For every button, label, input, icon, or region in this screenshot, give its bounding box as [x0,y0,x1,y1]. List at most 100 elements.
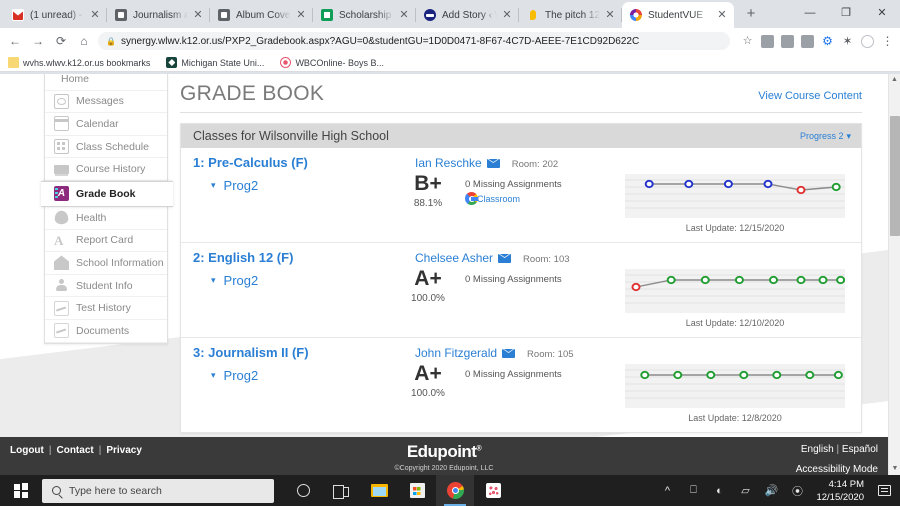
extensions-puzzle-icon[interactable]: ✶ [841,34,854,48]
sidebar-item-student-info[interactable]: Student Info [45,274,167,298]
cortana-button[interactable] [284,475,322,506]
pink-app-button[interactable] [474,475,512,506]
extension-screenshot-icon[interactable] [801,34,814,48]
class-name-link[interactable]: 3: Journalism II (F) [193,345,415,360]
sidebar-item-course-history[interactable]: Course History [45,158,167,181]
sidebar-item-messages[interactable]: Messages [45,90,167,114]
extension-lastpass-icon[interactable] [761,34,774,48]
sidebar-item-documents[interactable]: Documents [45,319,167,343]
back-button[interactable]: ← [6,34,24,48]
grade-trend-chart[interactable] [625,269,845,313]
microsoft-store-button[interactable] [398,475,436,506]
forward-button[interactable]: → [29,34,47,48]
volume-icon[interactable]: 🔊 [758,475,784,506]
microsoft-store-icon [409,483,425,498]
battery-icon[interactable]: ▱ [732,475,758,506]
taskbar-search-input[interactable]: Type here to search [42,478,274,503]
sidebar-item-class-schedule[interactable]: Class Schedule [45,135,167,159]
browser-tab-4[interactable]: Add Story ‹ Wils ✕ [415,2,519,28]
class-row: 2: English 12 (F) Chelsee Asher Room: 10… [181,243,861,338]
start-button[interactable] [0,475,42,506]
grading-period-toggle[interactable]: ▾ Prog2 [181,362,391,383]
bluetooth-icon[interactable]: ⦿ [784,475,810,506]
grade-trend-chart[interactable] [625,364,845,408]
sidebar-item-report-card[interactable]: A Report Card [45,229,167,253]
sidebar-item-calendar[interactable]: Calendar [45,113,167,136]
grade-trend-chart[interactable] [625,174,845,218]
sidebar-item-school-information[interactable]: School Information [45,252,167,275]
language-english-link[interactable]: English [801,444,834,455]
browser-tab-0[interactable]: (1 unread) - bry ✕ [4,2,107,28]
accessibility-mode-link[interactable]: Accessibility Mode [796,464,878,475]
sidebar-item-grade-book[interactable]: A Grade Book [41,180,173,207]
wifi-icon[interactable]: ◐ [706,475,732,506]
onedrive-icon[interactable]: ⎕ [680,475,706,506]
sidebar-nav: Home Messages Calendar Class Schedule Co… [41,74,173,344]
tab-close-icon[interactable]: ✕ [88,8,102,22]
extension-grammarly-icon[interactable] [781,34,794,48]
show-hidden-icons-icon[interactable]: ^ [654,475,680,506]
report-card-icon: A [54,232,64,248]
browser-tab-3[interactable]: Scholarship Pro ✕ [312,2,416,28]
bookmark-item-2[interactable]: WBCOnline- Boys B... [280,57,384,68]
tab-title: Album Cover: S [236,9,291,21]
class-name-link[interactable]: 2: English 12 (F) [193,250,415,265]
email-icon[interactable] [486,158,500,168]
tab-close-icon[interactable]: ✕ [294,8,308,22]
browser-tab-1[interactable]: Journalism and ✕ [106,2,210,28]
tab-close-icon[interactable]: ✕ [603,8,617,22]
notification-center-button[interactable] [872,475,896,506]
chrome-menu-icon[interactable]: ⋮ [881,34,894,48]
view-course-content-link[interactable]: View Course Content [758,90,862,106]
new-tab-button[interactable]: + [740,4,762,26]
google-docs-favicon-icon [115,9,127,21]
home-button[interactable]: ⌂ [75,34,93,48]
close-window-button[interactable]: ✕ [864,0,900,26]
bookmark-label: wvhs.wlwv.k12.or.us bookmarks [23,57,151,68]
sidebar-item-health[interactable]: Health [45,206,167,230]
cortana-icon [296,484,310,497]
email-icon[interactable] [498,253,512,263]
browser-tab-5[interactable]: The pitch 12/14 ✕ [518,2,622,28]
task-view-button[interactable] [322,475,360,506]
email-icon[interactable] [502,348,516,358]
taskbar-clock[interactable]: 4:14 PM 12/15/2020 [810,478,872,504]
address-bar[interactable]: 🔒 synergy.wlwv.k12.or.us/PXP2_Gradebook.… [98,32,730,50]
tab-close-icon[interactable]: ✕ [500,8,514,22]
google-classroom-label: Classroom [477,193,521,204]
browser-tab-2[interactable]: Album Cover: S ✕ [209,2,313,28]
scroll-up-arrow-icon[interactable]: ▲ [889,74,900,86]
sidebar-item-label: Health [76,211,107,224]
vertical-scrollbar[interactable]: ▲ ▼ [888,74,900,475]
profile-avatar-icon[interactable] [861,34,874,48]
sidebar-item-test-history[interactable]: Test History [45,297,167,320]
progress-period-selector[interactable]: Progress 2 ▾ [800,131,851,142]
bookmark-item-0[interactable]: wvhs.wlwv.k12.or.us bookmarks [8,57,150,68]
scroll-down-arrow-icon[interactable]: ▼ [889,463,900,475]
language-espanol-link[interactable]: Español [842,444,878,455]
chrome-taskbar-button[interactable] [436,475,474,506]
scrollbar-thumb[interactable] [890,116,900,236]
sidebar-item-home[interactable]: Home [45,74,167,91]
missing-assignments-block: 0 Missing Assignments [465,267,625,285]
maximize-button[interactable]: ❐ [828,0,864,26]
extension-gear-icon[interactable]: ⚙ [821,34,834,48]
teacher-link[interactable]: Ian Reschke [415,156,500,170]
browser-tab-studentvue[interactable]: StudentVUE ✕ [621,2,734,28]
minimize-button[interactable]: — [792,0,828,26]
tab-close-icon[interactable]: ✕ [397,8,411,22]
class-name-link[interactable]: 1: Pre-Calculus (F) [193,155,415,170]
google-classroom-link[interactable]: Classroom [465,192,625,205]
grading-period-label: Prog2 [223,178,259,193]
grading-period-toggle[interactable]: ▾ Prog2 [181,267,391,288]
bookmark-star-icon[interactable]: ☆ [741,35,754,48]
tab-close-icon[interactable]: ✕ [191,8,205,22]
bookmark-item-1[interactable]: Michigan State Uni... [166,57,264,68]
file-explorer-button[interactable] [360,475,398,506]
teacher-link[interactable]: John Fitzgerald [415,346,516,360]
msu-icon [166,57,178,68]
teacher-link[interactable]: Chelsee Asher [415,251,512,265]
reload-button[interactable]: ⟳ [52,34,70,48]
grading-period-toggle[interactable]: ▾ Prog2 [181,172,391,193]
tab-close-icon[interactable]: ✕ [715,8,729,22]
